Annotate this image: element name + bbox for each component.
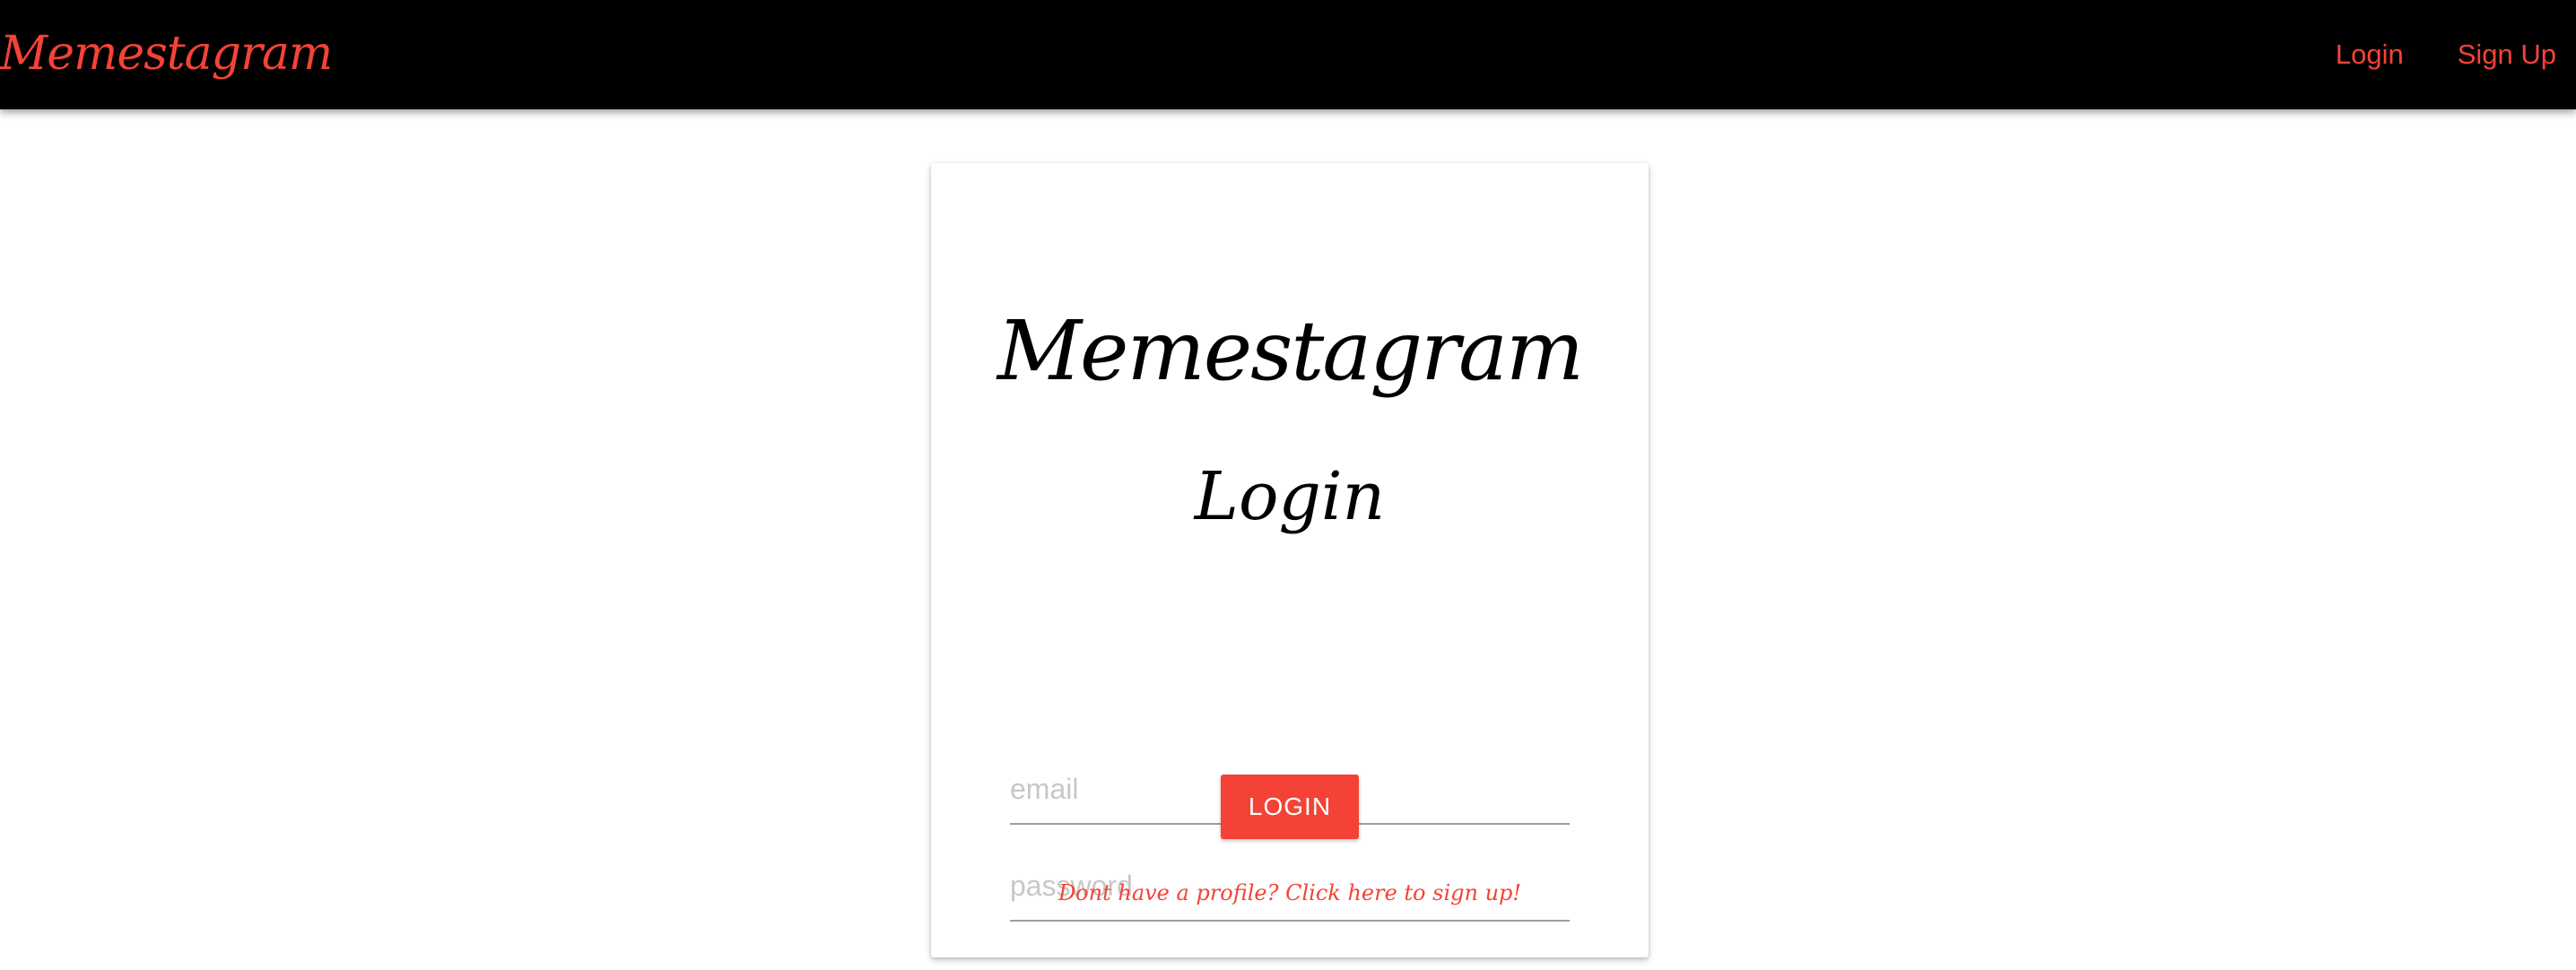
login-card: Memestagram Login LOGIN Dont have a prof… [931, 163, 1649, 957]
card-title: Memestagram [996, 303, 1584, 399]
card-subtitle: Login [1194, 458, 1386, 535]
login-button[interactable]: LOGIN [1221, 775, 1359, 839]
nav-signup-link[interactable]: Sign Up [2458, 39, 2556, 71]
top-navbar: Memestagram Login Sign Up [0, 0, 2576, 109]
nav-login-link[interactable]: Login [2336, 39, 2404, 71]
brand-logo[interactable]: Memestagram [0, 18, 333, 90]
nav-links: Login Sign Up [2282, 0, 2556, 109]
signup-link[interactable]: Dont have a profile? Click here to sign … [931, 880, 1649, 905]
